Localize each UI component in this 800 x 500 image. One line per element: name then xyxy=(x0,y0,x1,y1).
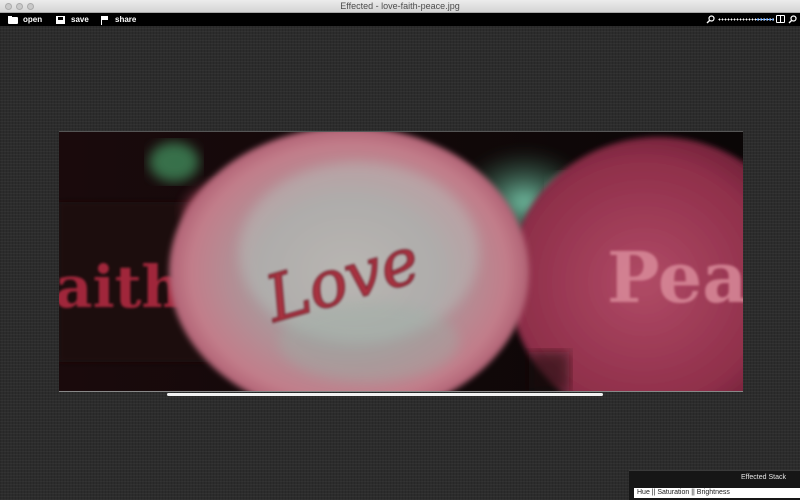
zoom-slider-fill xyxy=(756,18,774,21)
toolbar: open save share xyxy=(0,13,800,26)
zoom-in-icon[interactable] xyxy=(788,15,797,24)
left-candy-text: aith xyxy=(59,253,184,321)
edited-photo: aith Pea Love xyxy=(59,131,743,391)
save-button[interactable]: save xyxy=(56,14,89,25)
panel-title: Effected Stack xyxy=(740,474,786,481)
svg-text:Pea: Pea xyxy=(607,236,743,319)
open-button-label: open xyxy=(23,15,43,24)
save-disk-icon xyxy=(56,15,66,24)
share-button-label: share xyxy=(115,15,137,24)
flag-icon xyxy=(100,15,110,25)
right-candy-text: Pea xyxy=(607,236,743,319)
effect-stack-item[interactable]: Hue || Saturation || Brightness xyxy=(634,488,800,498)
fit-to-window-icon[interactable] xyxy=(776,15,785,23)
svg-text:aith: aith xyxy=(59,253,184,321)
effected-stack-panel: Effected Stack Hue || Saturation || Brig… xyxy=(629,470,800,500)
photo-bottom-edge xyxy=(59,391,743,392)
window-title-bar: Effected - love-faith-peace.jpg xyxy=(0,0,800,13)
open-button[interactable]: open xyxy=(8,14,42,25)
horizontal-scrollbar[interactable] xyxy=(167,393,603,396)
folder-icon xyxy=(8,15,18,24)
save-button-label: save xyxy=(71,15,89,24)
share-button[interactable]: share xyxy=(100,14,136,25)
window-title: Effected - love-faith-peace.jpg xyxy=(340,1,460,11)
search-zoom-icon[interactable] xyxy=(706,15,715,24)
